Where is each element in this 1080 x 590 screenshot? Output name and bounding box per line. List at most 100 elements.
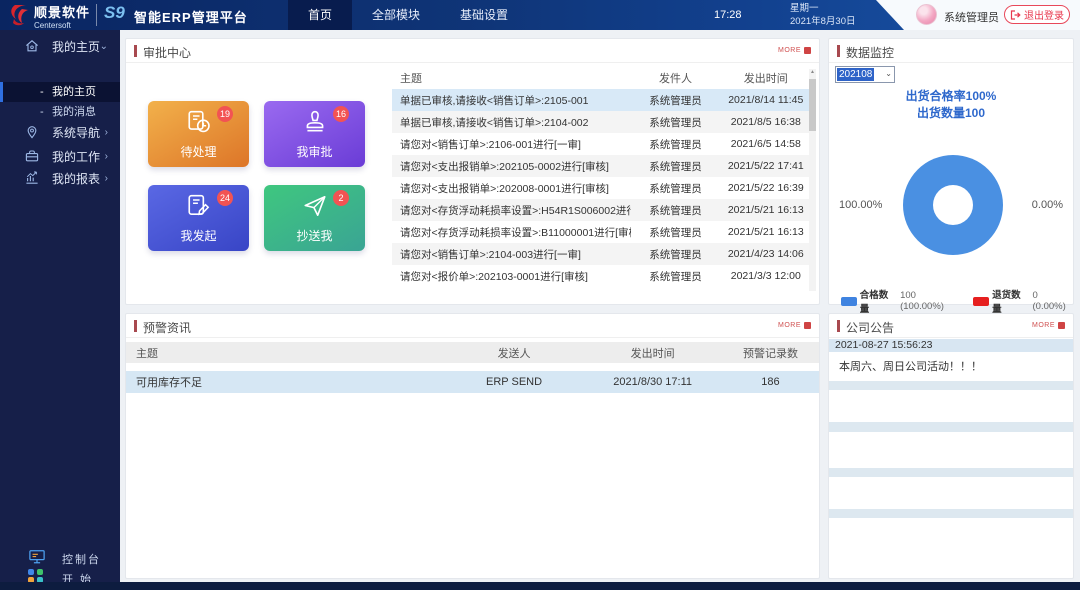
more-icon[interactable]: [1058, 322, 1065, 329]
accent-bar: [134, 45, 137, 57]
nav-tab-modules[interactable]: 全部模块: [352, 0, 440, 30]
legend-item-return[interactable]: 退货数量 0 (0.00%): [973, 287, 1073, 315]
nav-tab-settings[interactable]: 基础设置: [440, 0, 528, 30]
panel-title: 预警资讯: [143, 319, 191, 336]
weekday: 星期一: [790, 2, 855, 15]
table-row[interactable]: 单据已审核,请接收<销售订单>:2104-002 系统管理员 2021/8/5 …: [392, 111, 812, 133]
scroll-up-icon[interactable]: ▲: [809, 69, 816, 75]
scrollbar[interactable]: ▲: [809, 69, 816, 291]
console-icon: [28, 549, 46, 568]
brand-name: 顺景软件: [34, 2, 90, 21]
donut-right-label: 0.00%: [1032, 199, 1063, 211]
table-row[interactable]: 请您对<销售订单>:2104-003进行[一审] 系统管理员 2021/4/23…: [392, 243, 812, 265]
company-logo-icon: [8, 3, 30, 27]
console-button[interactable]: 控制台: [0, 548, 120, 568]
brand-subname: Centersoft: [34, 21, 90, 30]
notice-text[interactable]: 本周六、周日公司活动！！！: [839, 358, 982, 374]
notice-timestamp: 2021-08-27 15:56:23: [829, 339, 1073, 352]
sidebar: 我的主页 ⌄ - 我的主页 - 我的消息 系统导航 › 我的工作 ›: [0, 30, 120, 590]
top-bar: 顺景软件 Centersoft S9 智能ERP管理平台 首页 全部模块 基础设…: [0, 0, 1080, 30]
logout-button[interactable]: 退出登录: [1004, 5, 1070, 24]
alerts-table: 主题 发送人 发出时间 预警记录数 可用库存不足 ERP SEND 2021/8…: [126, 342, 819, 393]
panel-header: 预警资讯 MORE: [126, 314, 819, 338]
chevron-down-icon: ⌄: [885, 69, 892, 78]
panel-header: 数据监控: [829, 39, 1073, 63]
sidebar-item-label: 我的主页: [52, 38, 100, 55]
panel-title: 公司公告: [846, 319, 894, 336]
sidebar-item-myreports[interactable]: 我的报表 ›: [0, 166, 120, 190]
table-row[interactable]: 请您对<存货浮动耗损率设置>:B11000001进行[审核] 系统管理员 202…: [392, 221, 812, 243]
briefcase-icon: [24, 148, 40, 164]
table-row[interactable]: 请您对<报价单>:202103-0001进行[审核] 系统管理员 2021/3/…: [392, 265, 812, 287]
pending-doc-clock-icon: [186, 109, 212, 135]
tile-my-approvals[interactable]: 16 我审批: [264, 101, 365, 167]
qty-headline: 出货数量100: [829, 104, 1073, 121]
location-icon: [24, 124, 40, 140]
logout-label: 退出登录: [1024, 7, 1064, 22]
notice-empty-row: [829, 381, 1073, 390]
approval-table-header: 主题 发件人 发出时间: [392, 67, 812, 89]
sidebar-subitem-myhome[interactable]: - 我的主页: [0, 82, 120, 102]
sidebar-item-myhome[interactable]: 我的主页 ⌄: [0, 34, 120, 58]
more-link[interactable]: MORE: [778, 322, 801, 329]
accent-bar: [837, 320, 840, 332]
table-row[interactable]: 请您对<支出报销单>:202105-0002进行[审核] 系统管理员 2021/…: [392, 155, 812, 177]
table-row[interactable]: 请您对<存货浮动耗损率设置>:H54R1S006002进行[审核] 系统管理员 …: [392, 199, 812, 221]
more-icon[interactable]: [804, 47, 811, 54]
donut-hole: [933, 185, 973, 225]
chevron-right-icon: ›: [105, 127, 108, 138]
table-row[interactable]: 请您对<销售订单>:2106-001进行[一审] 系统管理员 2021/6/5 …: [392, 133, 812, 155]
erp-dashboard: 顺景软件 Centersoft S9 智能ERP管理平台 首页 全部模块 基础设…: [0, 0, 1080, 590]
tile-initiated-by-me[interactable]: 24 我发起: [148, 185, 249, 251]
more-icon[interactable]: [804, 322, 811, 329]
sidebar-item-navigation[interactable]: 系统导航 ›: [0, 120, 120, 144]
chart-legend: 合格数量 100 (100.00%) 退货数量 0 (0.00%): [841, 287, 1073, 315]
period-select[interactable]: 202108 ⌄: [835, 66, 895, 83]
dash-marker: -: [40, 82, 44, 102]
accent-bar: [837, 45, 840, 57]
more-link[interactable]: MORE: [1032, 322, 1055, 329]
panel-header: 审批中心 MORE: [126, 39, 819, 63]
legend-swatch-red: [973, 297, 989, 306]
legend-item-pass[interactable]: 合格数量 100 (100.00%): [841, 287, 961, 315]
company-notice-panel: 公司公告 MORE 2021-08-27 15:56:23 本周六、周日公司活动…: [828, 313, 1074, 579]
pass-rate-headline: 出货合格率100%: [829, 87, 1073, 104]
date: 2021年8月30日: [790, 15, 855, 28]
tile-pending[interactable]: 19 待处理: [148, 101, 249, 167]
header-user-area: 系统管理员 退出登录: [876, 0, 1080, 30]
current-user: 系统管理员: [944, 9, 999, 25]
legend-swatch-blue: [841, 297, 857, 306]
alerts-panel: 预警资讯 MORE 主题 发送人 发出时间 预警记录数 可用库存不足 ERP S…: [125, 313, 820, 579]
alerts-table-header: 主题 发送人 发出时间 预警记录数: [126, 342, 819, 363]
notice-empty-row: [829, 468, 1073, 477]
sidebar-item-mywork[interactable]: 我的工作 ›: [0, 144, 120, 168]
panel-title: 审批中心: [143, 44, 191, 61]
spacer: [126, 363, 819, 371]
more-link[interactable]: MORE: [778, 47, 801, 54]
doc-pencil-icon: [186, 193, 212, 219]
panel-title: 数据监控: [846, 44, 894, 61]
approval-table: 主题 发件人 发出时间 单据已审核,请接收<销售订单>:2105-001 系统管…: [392, 67, 812, 287]
accent-bar: [134, 320, 137, 332]
table-row[interactable]: 单据已审核,请接收<销售订单>:2105-001 系统管理员 2021/8/14…: [392, 89, 812, 111]
chevron-down-icon: ⌄: [100, 41, 108, 52]
clock: 17:28: [714, 9, 742, 21]
bottom-bar: [0, 582, 1080, 590]
tile-cc-to-me[interactable]: 2 抄送我: [264, 185, 365, 251]
nav-tab-home[interactable]: 首页: [288, 0, 352, 30]
scrollbar-thumb[interactable]: [809, 79, 816, 131]
sidebar-subitem-mymessages[interactable]: - 我的消息: [0, 102, 120, 122]
notice-empty-row: [829, 422, 1073, 432]
logo-divider: [96, 4, 97, 26]
table-row[interactable]: 请您对<支出报销单>:202008-0001进行[审核] 系统管理员 2021/…: [392, 177, 812, 199]
data-monitor-panel: 数据监控 202108 ⌄ 出货合格率100% 出货数量100 100.00% …: [828, 38, 1074, 305]
count-badge: 16: [333, 106, 349, 122]
donut-left-label: 100.00%: [839, 199, 882, 211]
home-icon: [24, 38, 40, 54]
count-badge: 24: [217, 190, 233, 206]
chevron-right-icon: ›: [105, 151, 108, 162]
table-row[interactable]: 可用库存不足 ERP SEND 2021/8/30 17:11 186: [126, 371, 819, 393]
avatar[interactable]: [916, 4, 937, 25]
paper-plane-icon: [302, 193, 328, 219]
donut-chart[interactable]: [903, 155, 1003, 255]
